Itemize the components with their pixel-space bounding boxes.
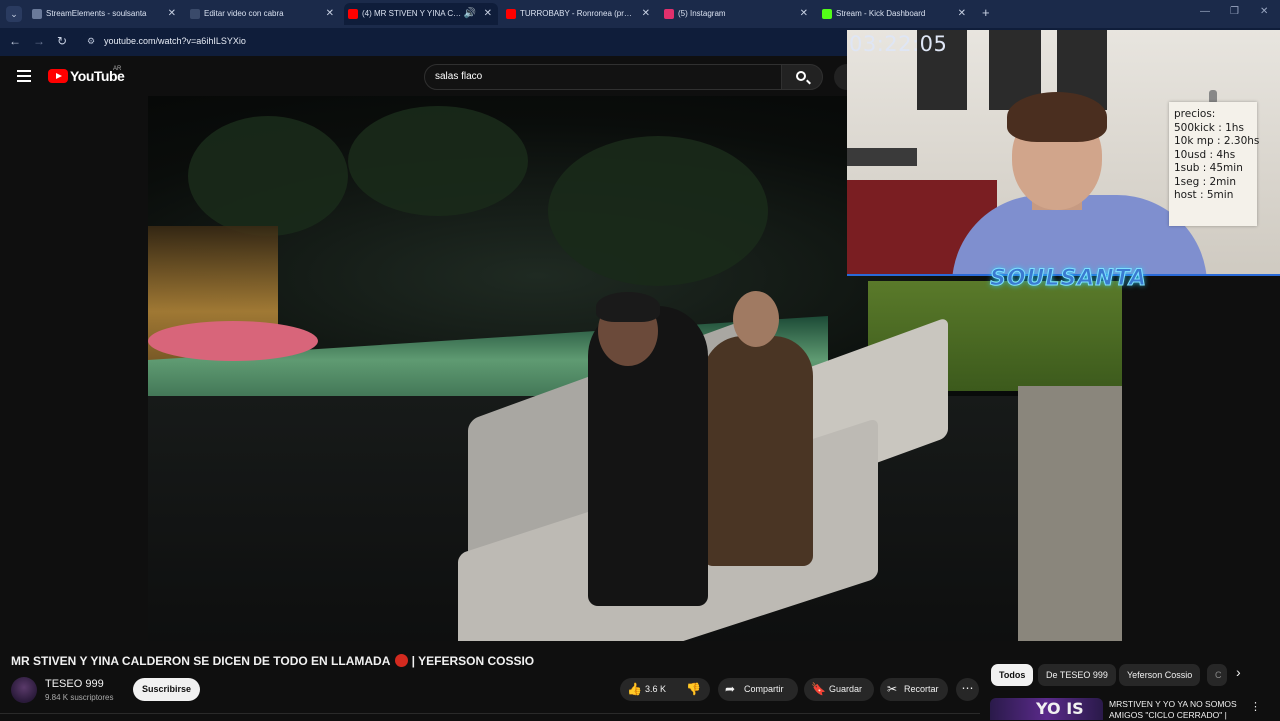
thumbnail-text: YO IS: [1036, 699, 1084, 718]
close-icon[interactable]: ✕: [800, 3, 808, 25]
close-icon[interactable]: ✕: [484, 3, 492, 25]
close-icon[interactable]: ✕: [958, 3, 966, 25]
address-bar[interactable]: ⚙ youtube.com/watch?v=a6ihILSYXio: [80, 31, 850, 53]
youtube-logo-icon[interactable]: [48, 69, 68, 83]
tab-turrobaby[interactable]: TURROBABY - Ronronea (prod. ✕: [502, 3, 656, 25]
price-line: 10k mp : 2.30hs: [1174, 135, 1260, 147]
instagram-icon: [664, 9, 674, 19]
tab-label: Stream - Kick Dashboard: [836, 9, 926, 18]
price-line: 1seg : 2min: [1174, 175, 1236, 188]
clip-button[interactable]: ✂ Recortar: [880, 678, 948, 701]
chip-yeferson-cossio[interactable]: Yeferson Cossio: [1119, 664, 1201, 686]
country-code: AR: [113, 66, 122, 72]
video-title-suffix: | YEFERSON COSSIO: [411, 654, 535, 668]
kick-icon: [822, 9, 832, 19]
channel-logo-overlay: SOULSANTA: [990, 266, 1148, 292]
menu-icon[interactable]: [17, 70, 31, 82]
like-button[interactable]: 👍 3.6 K 👎: [620, 678, 710, 701]
scissors-icon: ✂: [887, 682, 898, 696]
tab-instagram[interactable]: (5) Instagram ✕: [660, 3, 814, 25]
price-line: 10usd : 4hs: [1174, 148, 1236, 161]
back-arrow-icon[interactable]: ←: [9, 34, 21, 48]
price-line: 500kick : 1hs: [1174, 121, 1244, 134]
channel-avatar[interactable]: [11, 677, 37, 703]
webcam-overlay: 03:22:05 precios: 500kick : 1hs 10k mp :…: [847, 30, 1280, 276]
browser-tab-bar: ⌄ StreamElements - soulsanta ✕ Editar vi…: [0, 0, 1280, 28]
price-line: precios:: [1174, 108, 1216, 120]
tab-search-icon[interactable]: ⌄: [6, 6, 22, 22]
reload-icon[interactable]: ↻: [57, 34, 67, 48]
tab-label: (4) MR STIVEN Y YINA CALI: [362, 9, 462, 18]
maximize-icon[interactable]: ❐: [1230, 6, 1239, 17]
person-woman: [703, 336, 813, 566]
close-icon[interactable]: ✕: [326, 3, 334, 25]
chevron-right-icon[interactable]: ›: [1236, 664, 1241, 680]
search-button[interactable]: [781, 64, 823, 90]
thumbs-up-icon: 👍: [627, 682, 642, 696]
price-list-note: precios: 500kick : 1hs 10k mp : 2.30hs 1…: [1169, 102, 1260, 226]
site-settings-icon[interactable]: ⚙: [87, 36, 95, 47]
tab-label: Editar video con cabra: [204, 9, 284, 18]
share-arrow-icon: ➦: [725, 682, 736, 696]
stream-timer: 03:22:05: [849, 32, 948, 56]
speaker-icon[interactable]: 🔊: [464, 3, 476, 25]
share-button[interactable]: ➦ Compartir: [718, 678, 798, 701]
tab-kick-dashboard[interactable]: Stream - Kick Dashboard ✕: [818, 3, 972, 25]
like-count: 3.6 K: [645, 684, 667, 694]
price-line: host : 5min: [1174, 189, 1234, 201]
search-icon: [796, 71, 806, 81]
close-icon[interactable]: ✕: [642, 3, 650, 25]
recommended-title[interactable]: MRSTIVEN Y YO YA NO SOMOS AMIGOS "CICLO …: [1109, 699, 1244, 721]
window-close-icon[interactable]: ✕: [1260, 6, 1268, 17]
bookmark-icon: 🔖: [811, 682, 826, 696]
tab-editar-video[interactable]: Editar video con cabra ✕: [186, 3, 340, 25]
save-button[interactable]: 🔖 Guardar: [804, 678, 874, 701]
price-line: 1sub : 45min: [1174, 162, 1243, 174]
close-icon[interactable]: ✕: [168, 3, 176, 25]
recommended-thumbnail[interactable]: YO IS: [990, 698, 1103, 720]
angry-face-icon: [395, 654, 409, 667]
share-label: Compartir: [744, 684, 784, 694]
save-label: Guardar: [829, 684, 863, 694]
tab-streamelements[interactable]: StreamElements - soulsanta ✕: [28, 3, 182, 25]
tab-label: (5) Instagram: [678, 9, 726, 18]
tab-label: StreamElements - soulsanta: [46, 9, 147, 18]
clip-label: Recortar: [904, 684, 939, 694]
forward-arrow-icon[interactable]: →: [33, 34, 45, 48]
channel-name[interactable]: TESEO 999: [45, 678, 104, 690]
youtube-icon: [348, 9, 358, 19]
youtube-icon: [506, 9, 516, 19]
more-actions-icon[interactable]: ⋯: [956, 678, 979, 701]
tab-label: TURROBABY - Ronronea (prod.: [520, 9, 634, 18]
search-input[interactable]: salas flaco: [424, 64, 782, 90]
chip-todos[interactable]: Todos: [991, 664, 1034, 686]
search-value[interactable]: salas flaco: [435, 71, 482, 82]
minimize-icon[interactable]: —: [1200, 6, 1210, 17]
chip-truncated[interactable]: C: [1207, 664, 1227, 686]
kebab-menu-icon[interactable]: ⋮: [1250, 700, 1261, 713]
subscriber-count: 9.84 K suscriptores: [45, 693, 114, 702]
video-title: MR STIVEN Y YINA CALDERON SE DICEN DE TO…: [11, 654, 534, 668]
tab-youtube-active[interactable]: (4) MR STIVEN Y YINA CALI 🔊 ✕: [344, 3, 498, 25]
streamelements-icon: [32, 9, 42, 19]
pool-float: [148, 321, 318, 361]
video-title-text: MR STIVEN Y YINA CALDERON SE DICEN DE TO…: [11, 654, 390, 668]
cabra-icon: [190, 9, 200, 19]
subscribe-button[interactable]: Suscribirse: [133, 678, 200, 701]
new-tab-plus-icon[interactable]: +: [982, 5, 990, 20]
chip-de-teseo[interactable]: De TESEO 999: [1038, 664, 1116, 686]
thumbs-down-icon[interactable]: 👎: [686, 678, 701, 701]
url-text[interactable]: youtube.com/watch?v=a6ihILSYXio: [104, 36, 246, 46]
